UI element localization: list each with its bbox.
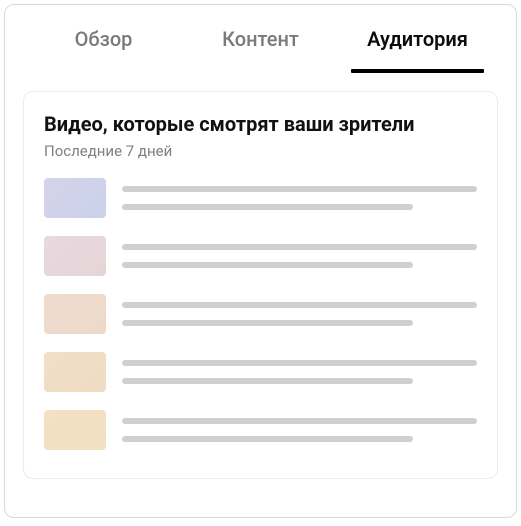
analytics-panel: Обзор Контент Аудитория Видео, которые с… — [4, 4, 517, 518]
placeholder-line — [122, 320, 413, 326]
video-thumbnail — [44, 410, 106, 450]
card-title: Видео, которые смотрят ваши зрители — [44, 112, 477, 136]
placeholder-line — [122, 186, 477, 192]
watched-videos-card: Видео, которые смотрят ваши зрители Посл… — [23, 91, 498, 479]
placeholder-lines — [122, 244, 477, 268]
placeholder-line — [122, 418, 477, 424]
card-subtitle: Последние 7 дней — [44, 142, 477, 160]
placeholder-line — [122, 378, 413, 384]
placeholder-line — [122, 360, 477, 366]
placeholder-lines — [122, 360, 477, 384]
tab-content[interactable]: Контент — [182, 5, 339, 73]
video-thumbnail — [44, 178, 106, 218]
placeholder-line — [122, 302, 477, 308]
list-item — [44, 236, 477, 276]
list-item — [44, 410, 477, 450]
video-thumbnail — [44, 236, 106, 276]
list-item — [44, 352, 477, 392]
video-thumbnail — [44, 294, 106, 334]
placeholder-line — [122, 262, 413, 268]
placeholder-line — [122, 436, 413, 442]
placeholder-line — [122, 204, 413, 210]
placeholder-lines — [122, 302, 477, 326]
list-item — [44, 294, 477, 334]
placeholder-lines — [122, 418, 477, 442]
tab-overview[interactable]: Обзор — [25, 5, 182, 73]
placeholder-line — [122, 244, 477, 250]
tab-audience[interactable]: Аудитория — [339, 5, 496, 73]
tab-bar: Обзор Контент Аудитория — [5, 5, 516, 73]
list-item — [44, 178, 477, 218]
placeholder-lines — [122, 186, 477, 210]
video-thumbnail — [44, 352, 106, 392]
